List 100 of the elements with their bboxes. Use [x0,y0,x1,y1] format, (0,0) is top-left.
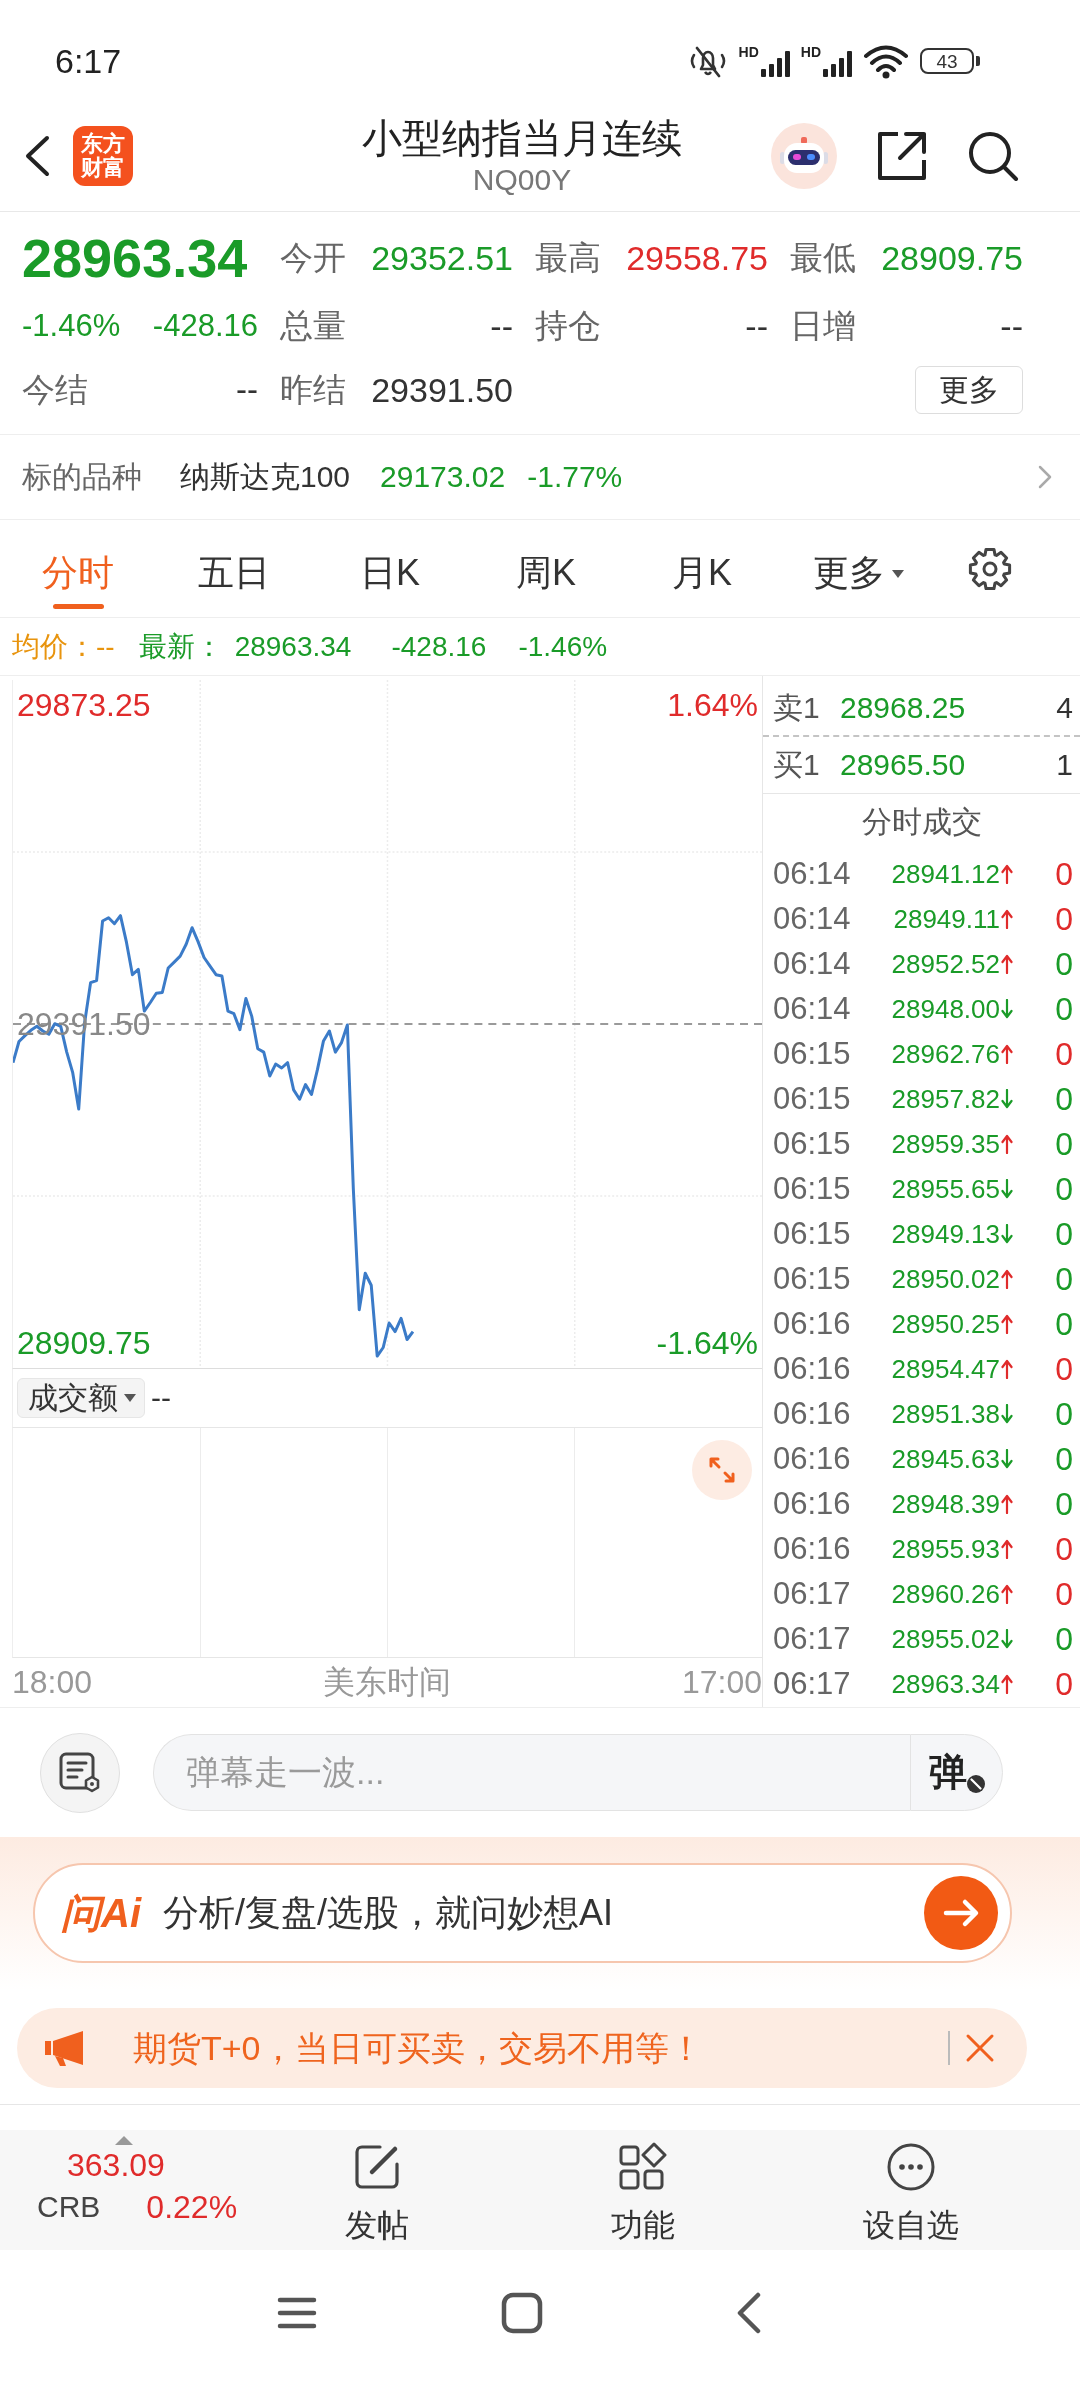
grid-icon [618,2142,668,2192]
contract-code: NQ00Y [471,161,573,198]
functions-button[interactable]: 功能 [611,2130,675,2243]
y-axis-label: 28909.75 [17,1324,151,1363]
stat-name: 最低 [790,238,856,278]
caret-icon [891,570,904,578]
trade-volume: 0 [1054,1619,1073,1658]
trade-volume: 0 [1054,854,1073,893]
notice-text: 期货T+0，当日可买卖，交易不用等！ [133,2028,703,2068]
status-time: 6:17 [55,41,122,81]
trade-volume: 0 [1054,1664,1073,1703]
axis-title: 美东时间 [323,1663,451,1702]
trade-price: 28963.34 [891,1667,1000,1700]
trade-volume: 0 [1054,1529,1073,1568]
ticker-price: 363.09 [67,2146,165,2185]
time-label: 17:00 [681,1663,762,1702]
stat-value: -- [490,306,513,346]
volume-selector[interactable]: 成交额 [17,1378,145,1418]
trade-price: 28941.12 [891,857,1000,890]
expand-icon[interactable] [692,1440,752,1500]
trade-price: 28954.47 [891,1352,1000,1385]
share-icon[interactable] [876,129,928,182]
trade-volume: 0 [1054,1214,1073,1253]
trade-time: 06:17 [773,1665,851,1702]
trade-price: 28950.02 [891,1262,1000,1295]
network-type-label: HD [800,45,821,59]
trade-volume: 0 [1054,944,1073,983]
average-price-label: 均价： [12,629,96,664]
wifi-icon [863,43,909,79]
ask-ai-bar[interactable]: 问Ai 分析/复盘/选股，就问妙想AI [33,1863,1012,1963]
latest-change: -428.16 [391,629,487,664]
more-icon [886,2142,936,2192]
trade-time: 06:14 [773,900,851,937]
trade-price: 28955.02 [891,1622,1000,1655]
trade-price: 28957.82 [891,1082,1000,1115]
average-price-value: -- [96,629,115,664]
back-icon[interactable] [736,2292,762,2334]
trade-volume: 0 [1054,1304,1073,1343]
stat-name: 总量 [280,306,346,346]
settings-icon[interactable] [968,546,1012,591]
trade-time: 06:16 [773,1530,851,1567]
trade-time: 06:14 [773,945,851,982]
ai-logo: 问Ai [61,1890,141,1936]
trade-price: 28955.93 [891,1532,1000,1565]
trade-price: 28962.76 [891,1037,1000,1070]
chart-tab[interactable]: 日K [356,520,424,617]
trade-time: 06:16 [773,1395,851,1432]
trade-volume: 0 [1054,1124,1073,1163]
chart-tab[interactable]: 更多 [808,520,908,617]
menu-icon[interactable] [277,2296,317,2330]
change-percent: -1.46% [22,307,121,345]
stat-value: 28909.75 [881,238,1023,278]
edit-icon [352,2142,402,2192]
order-price: 28968.25 [840,689,966,726]
search-icon[interactable] [967,129,1019,182]
stat-name: 今开 [280,238,346,278]
chart-tab[interactable]: 周K [512,520,580,617]
change-axis-label: -1.64% [656,1324,758,1363]
underlying-change: -1.77% [527,459,623,495]
close-icon[interactable] [965,2033,995,2063]
post-button[interactable]: 发帖 [345,2130,409,2243]
trade-price: 28960.26 [891,1577,1000,1610]
stat-name: 持仓 [535,306,601,346]
chart-tab[interactable]: 五日 [194,520,274,617]
comment-input[interactable]: 弹幕走一波... [153,1734,910,1811]
more-button[interactable]: 更多 [915,366,1023,414]
add-to-watchlist-button[interactable]: 设自选 [863,2130,959,2243]
trade-volume: 0 [1054,1574,1073,1613]
trade-volume: 0 [1054,1034,1073,1073]
trade-price: 28949.11 [893,902,1000,935]
stat-value: 29558.75 [626,238,768,278]
order-label: 买1 [773,747,821,783]
trade-volume: 0 [1054,1484,1073,1523]
trade-time: 06:17 [773,1620,851,1657]
trade-volume: 0 [1054,1349,1073,1388]
trade-time: 06:14 [773,855,851,892]
danmaku-button[interactable]: 弹 [910,1734,1003,1811]
change-axis-label: 1.64% [667,686,758,725]
trade-volume: 0 [1054,1079,1073,1118]
order-label: 卖1 [773,689,821,726]
trade-time: 06:15 [773,1170,851,1207]
network-type-label: HD [738,45,759,59]
trade-time: 06:15 [773,1125,851,1162]
caret-icon [124,1394,136,1402]
stat-value: -- [1000,306,1023,346]
robot-icon[interactable] [771,122,837,189]
chart-tab[interactable]: 月K [668,520,736,617]
trade-price: 28945.63 [891,1442,1000,1475]
ticker-name: CRB [37,2189,101,2225]
underlying-price: 29173.02 [380,459,506,495]
settlement-label: 今结 [22,370,88,410]
trade-price: 28950.25 [891,1307,1000,1340]
arrow-right-icon[interactable] [924,1876,998,1950]
square-icon[interactable] [501,2292,543,2334]
trade-time: 06:14 [773,990,851,1027]
slash-circle-icon [966,1774,986,1794]
stat-value: 29352.51 [371,238,513,278]
trade-time: 06:16 [773,1305,851,1342]
order-volume: 4 [1056,689,1073,726]
underlying-name: 纳斯达克100 [180,459,351,495]
